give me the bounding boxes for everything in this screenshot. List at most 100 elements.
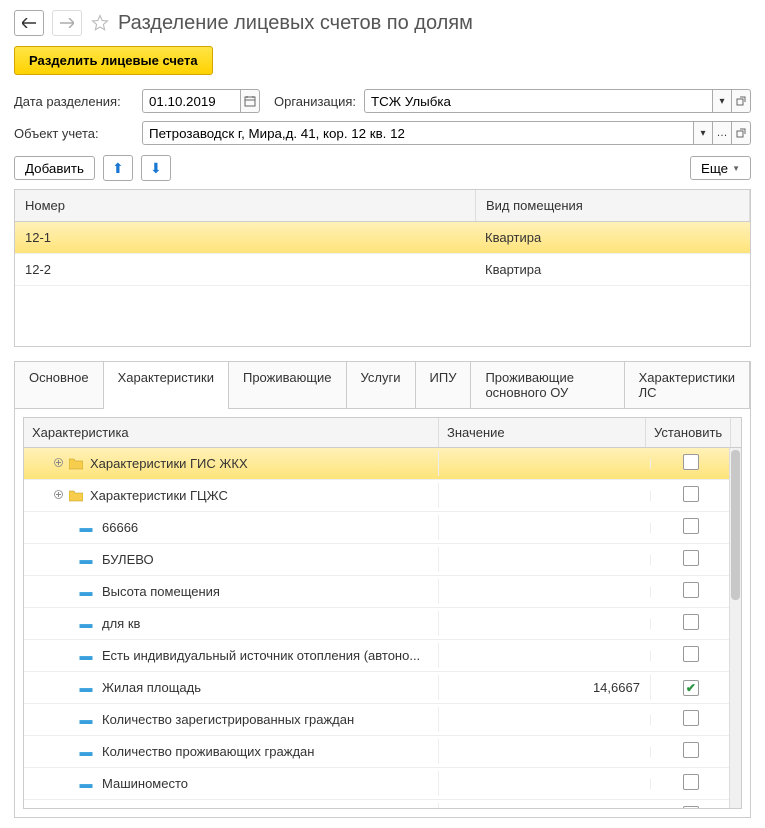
- calendar-icon[interactable]: [241, 89, 260, 113]
- value-cell: [439, 747, 651, 757]
- org-input[interactable]: [364, 89, 713, 113]
- tab-4[interactable]: ИПУ: [416, 362, 472, 408]
- arrow-up-icon: ⬆: [112, 160, 124, 177]
- char-row[interactable]: Характеристики ГЦЖС: [24, 480, 741, 512]
- item-icon: ▬: [78, 616, 94, 631]
- value-cell: [439, 619, 651, 629]
- dropdown-icon[interactable]: ▾: [713, 89, 732, 113]
- tab-3[interactable]: Услуги: [347, 362, 416, 408]
- char-row[interactable]: ▬ 66666: [24, 512, 741, 544]
- value-cell: 14,6667: [439, 675, 651, 700]
- char-row[interactable]: Характеристики ГИС ЖКХ: [24, 448, 741, 480]
- open-icon[interactable]: [732, 121, 751, 145]
- arrow-down-icon: ⬇: [150, 160, 162, 177]
- col-set-header[interactable]: Установить: [646, 418, 731, 447]
- dropdown-icon[interactable]: ▾: [694, 121, 713, 145]
- char-cell: ▬Машиноместо: [24, 771, 439, 796]
- page-title: Разделение лицевых счетов по долям: [118, 12, 473, 35]
- char-cell: ▬ Количество зарегистрированных граждан: [24, 707, 439, 732]
- char-label: Количество зарегистрированных граждан: [102, 712, 354, 727]
- char-label: 66666: [102, 520, 138, 535]
- set-cell: [651, 801, 731, 808]
- char-cell: ▬Жилая площадь: [24, 675, 439, 700]
- item-icon: ▬: [78, 520, 94, 535]
- expand-icon[interactable]: [52, 490, 64, 502]
- char-row[interactable]: ▬Есть индивидуальный источник отопления …: [24, 640, 741, 672]
- value-cell: [439, 651, 651, 661]
- org-label: Организация:: [274, 94, 356, 109]
- tab-5[interactable]: Проживающие основного ОУ: [471, 362, 624, 408]
- checkbox[interactable]: [683, 614, 699, 630]
- checkbox[interactable]: [683, 582, 699, 598]
- favorite-star-icon[interactable]: [90, 13, 110, 33]
- checkbox[interactable]: [683, 518, 699, 534]
- object-label: Объект учета:: [14, 126, 142, 141]
- folder-icon: [68, 489, 84, 503]
- checkbox[interactable]: [683, 454, 699, 470]
- open-icon[interactable]: [732, 89, 751, 113]
- char-row[interactable]: ▬БУЛЕВО: [24, 544, 741, 576]
- ellipsis-button[interactable]: …: [713, 121, 732, 145]
- cell-room-type: Квартира: [475, 222, 750, 253]
- accounts-grid: Номер Вид помещения 12-1Квартира12-2Квар…: [14, 189, 751, 347]
- char-label: Машиноместо: [102, 776, 188, 791]
- object-input[interactable]: [142, 121, 694, 145]
- char-row[interactable]: ▬Жилая площадь14,6667 ✔: [24, 672, 741, 704]
- scrollbar[interactable]: [729, 448, 741, 808]
- set-cell: [651, 609, 731, 638]
- col-char-header[interactable]: Характеристика: [24, 418, 439, 447]
- checkbox[interactable]: ✔: [683, 680, 699, 696]
- checkbox[interactable]: [683, 486, 699, 502]
- checkbox[interactable]: [683, 710, 699, 726]
- split-accounts-button[interactable]: Разделить лицевые счета: [14, 46, 213, 75]
- move-down-button[interactable]: ⬇: [141, 155, 171, 181]
- char-row[interactable]: ▬норматив воды: [24, 800, 741, 808]
- cell-number: 12-1: [15, 222, 475, 253]
- tab-0[interactable]: Основное: [15, 362, 104, 408]
- value-cell: [439, 587, 651, 597]
- char-label: для кв: [102, 616, 140, 631]
- nav-forward-button[interactable]: [52, 10, 82, 36]
- set-cell: [651, 705, 731, 734]
- char-label: Есть индивидуальный источник отопления (…: [102, 648, 420, 663]
- add-button[interactable]: Добавить: [14, 156, 95, 180]
- char-row[interactable]: ▬ для кв: [24, 608, 741, 640]
- characteristics-grid: Характеристика Значение Установить Харак…: [23, 417, 742, 809]
- grid-row[interactable]: 12-2Квартира: [15, 254, 750, 286]
- checkbox[interactable]: [683, 550, 699, 566]
- grid-row[interactable]: 12-1Квартира: [15, 222, 750, 254]
- col-number-header[interactable]: Номер: [15, 190, 476, 221]
- char-cell: Характеристики ГЦЖС: [24, 483, 439, 508]
- more-button[interactable]: Еще▼: [690, 156, 751, 180]
- set-cell: [651, 449, 731, 478]
- nav-back-button[interactable]: [14, 10, 44, 36]
- date-input[interactable]: [142, 89, 241, 113]
- value-cell: [439, 715, 651, 725]
- set-cell: [651, 769, 731, 798]
- tab-6[interactable]: Характеристики ЛС: [625, 362, 750, 408]
- char-cell: ▬норматив воды: [24, 803, 439, 808]
- char-row[interactable]: ▬ Количество зарегистрированных граждан: [24, 704, 741, 736]
- checkbox[interactable]: [683, 646, 699, 662]
- scroll-thumb[interactable]: [731, 450, 740, 600]
- char-row[interactable]: ▬ Количество проживающих граждан: [24, 736, 741, 768]
- char-label: Количество проживающих граждан: [102, 744, 314, 759]
- checkbox[interactable]: [683, 806, 699, 808]
- tab-1[interactable]: Характеристики: [104, 362, 229, 408]
- col-value-header[interactable]: Значение: [439, 418, 646, 447]
- item-icon: ▬: [78, 744, 94, 759]
- value-cell: [439, 555, 651, 565]
- move-up-button[interactable]: ⬆: [103, 155, 133, 181]
- char-cell: ▬Есть индивидуальный источник отопления …: [24, 643, 439, 668]
- checkbox[interactable]: [683, 742, 699, 758]
- item-icon: ▬: [78, 584, 94, 599]
- item-icon: ▬: [78, 712, 94, 727]
- checkbox[interactable]: [683, 774, 699, 790]
- set-cell: [651, 737, 731, 766]
- tab-2[interactable]: Проживающие: [229, 362, 347, 408]
- set-cell: [651, 513, 731, 542]
- char-row[interactable]: ▬Высота помещения: [24, 576, 741, 608]
- char-label: Жилая площадь: [102, 680, 201, 695]
- expand-icon[interactable]: [52, 458, 64, 470]
- col-type-header[interactable]: Вид помещения: [476, 190, 750, 221]
